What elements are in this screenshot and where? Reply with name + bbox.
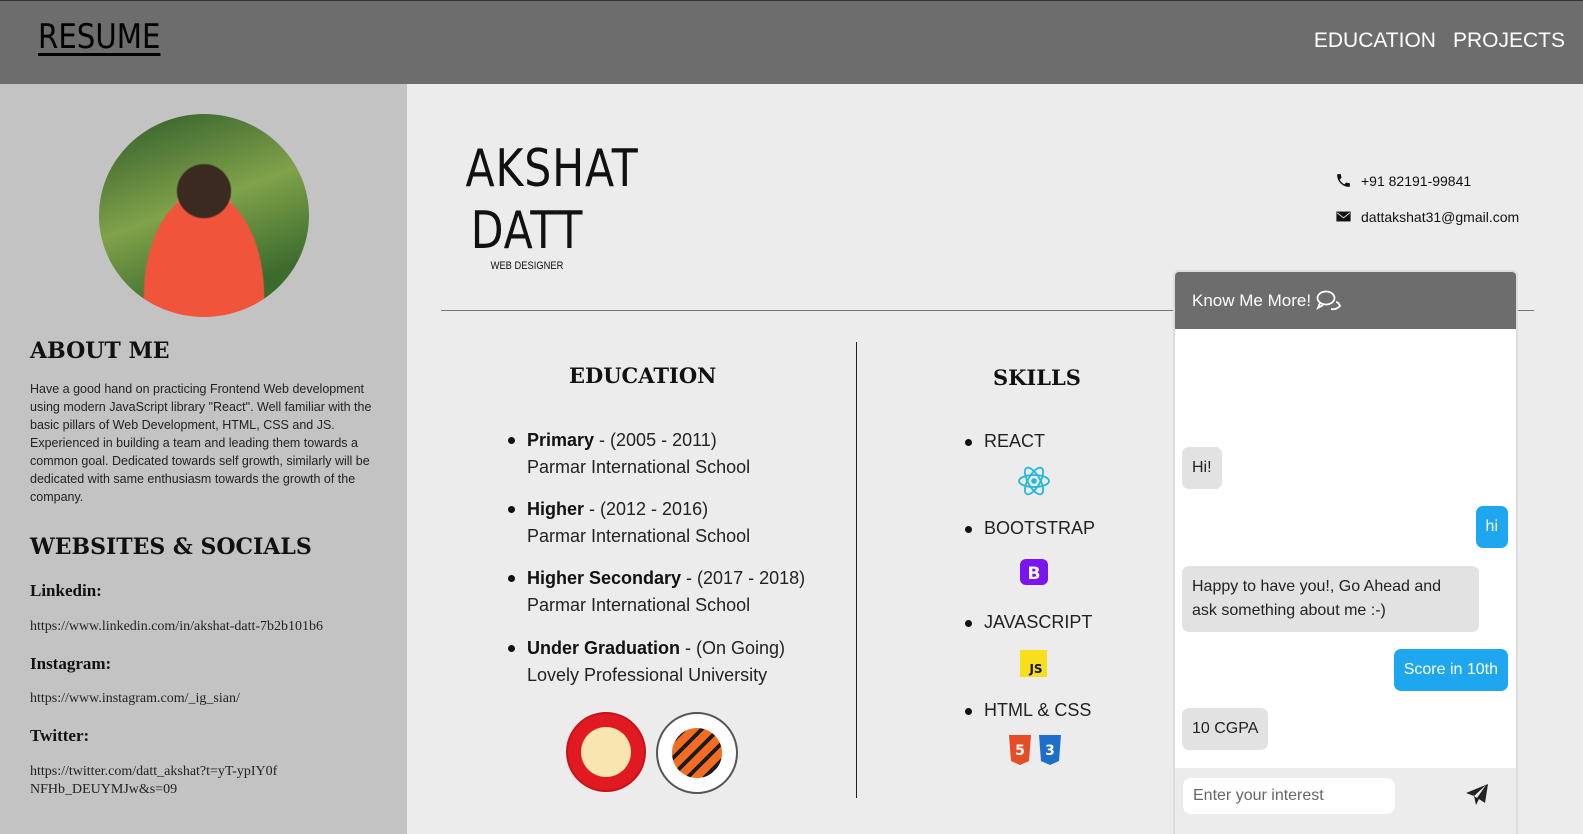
school-logo [566,712,646,792]
chat-header[interactable]: Know Me More! [1175,272,1516,329]
education-level: Higher Secondary [527,568,682,588]
svg-text:B: B [1028,564,1041,584]
university-logo-emblem [672,728,722,778]
education-period: - (On Going) [680,638,786,658]
last-name: DATT [470,201,584,261]
nav-link-education[interactable]: EDUCATION [1314,29,1436,53]
twitter-label: Twitter: [30,726,90,745]
phone-icon [1337,174,1350,187]
brand-logo-text[interactable]: RESUME [38,17,160,57]
instagram-link[interactable]: https://www.instagram.com/_ig_sian/ [30,690,390,708]
svg-text:3: 3 [1045,743,1055,759]
linkedin-label: Linkedin: [30,581,102,600]
skill-item: HTML & CSS [964,700,1092,720]
chat-bubbles-icon [1316,290,1342,310]
javascript-icon: JS [1020,650,1047,677]
phone-number[interactable]: +91 82191-99841 [1361,173,1471,189]
education-item: Primary - (2005 - 2011) Parmar Internati… [508,427,847,481]
socials-heading: WEBSITES & SOCIALS [30,534,312,560]
chat-input[interactable] [1183,778,1395,814]
skills-heading: SKILLS [993,365,1081,390]
sidebar: ABOUT ME Have a good hand on practicing … [0,84,407,834]
react-icon [1018,466,1050,496]
chat-message-user: Score in 10th [1393,649,1508,691]
chat-message-bot: Hi! [1182,447,1222,489]
envelope-icon [1336,211,1351,222]
education-period: - (2012 - 2016) [584,499,709,519]
email-address[interactable]: dattakshat31@gmail.com [1361,209,1519,225]
chat-message-bot: Happy to have you!, Go Ahead and ask som… [1182,566,1479,632]
svg-text:5: 5 [1015,743,1025,759]
bootstrap-icon: B [1020,559,1048,585]
profile-photo [99,114,309,317]
send-icon[interactable] [1465,783,1489,807]
education-school: Parmar International School [527,457,751,477]
top-navbar: RESUME EDUCATION PROJECTS [0,0,1583,84]
instagram-label: Instagram: [30,654,112,673]
about-heading: ABOUT ME [30,338,170,364]
linkedin-link[interactable]: https://www.linkedin.com/in/akshat-datt-… [30,618,390,636]
chat-message-user: hi [1475,506,1508,548]
skill-item: BOOTSTRAP [964,518,1096,538]
skill-item: JAVASCRIPT [964,612,1093,632]
html-css-icon: 5 3 [1009,735,1061,765]
chat-input-bar [1175,768,1516,834]
education-item: Under Graduation - (On Going) Lovely Pro… [508,635,847,689]
skill-item: REACT [964,431,1046,451]
nav-link-projects[interactable]: PROJECTS [1453,29,1565,53]
education-level: Primary [527,430,595,450]
profile-role: WEB DESIGNER [490,260,564,272]
education-school: Parmar International School [527,595,751,615]
svg-text:JS: JS [1028,662,1042,676]
main-nav: EDUCATION PROJECTS [1314,29,1565,53]
column-divider [856,342,857,798]
about-text: Have a good hand on practicing Frontend … [30,382,372,504]
education-school: Parmar International School [527,526,751,546]
chat-widget: Know Me More! Hi! hi Happy to have you!,… [1173,270,1518,834]
chat-message-bot: 10 CGPA [1182,708,1269,750]
education-period: - (2017 - 2018) [681,568,806,588]
education-item: Higher Secondary - (2017 - 2018) Parmar … [508,565,847,619]
education-period: - (2005 - 2011) [594,430,717,450]
education-level: Under Graduation [527,638,681,658]
chat-title: Know Me More! [1192,290,1312,310]
twitter-link[interactable]: https://twitter.com/datt_akshat?t=yT-ypI… [30,763,280,799]
contact-phone: +91 82191-99841 [1335,172,1471,189]
first-name: AKSHAT [465,139,639,199]
education-school: Lovely Professional University [527,665,768,685]
education-level: Higher [527,499,585,519]
profile-name: AKSHAT DATT [465,138,639,262]
university-logo [656,712,738,794]
contact-email: dattakshat31@gmail.com [1335,208,1519,225]
education-item: Higher - (2012 - 2016) Parmar Internatio… [508,496,847,550]
education-heading: EDUCATION [569,363,717,388]
